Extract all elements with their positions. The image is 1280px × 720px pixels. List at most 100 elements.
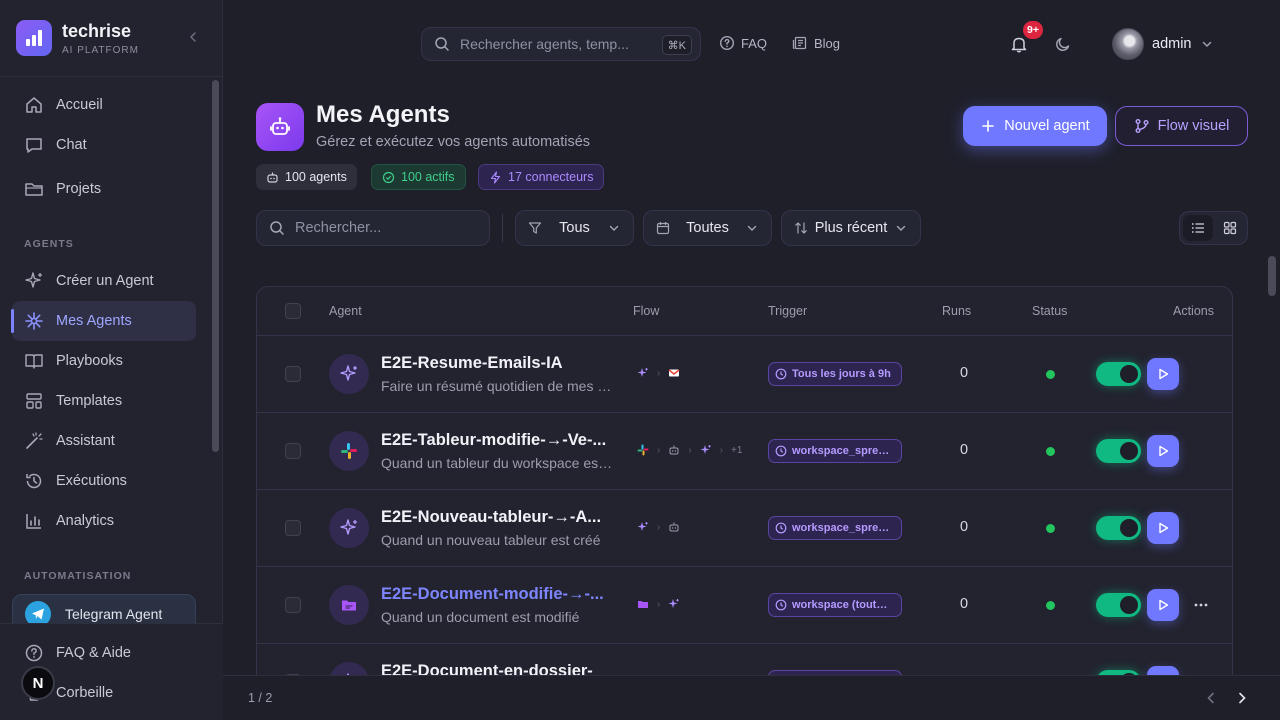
runs-count: 0: [960, 365, 969, 381]
more-actions-icon[interactable]: [1193, 597, 1209, 613]
faq-link[interactable]: FAQ: [719, 35, 767, 51]
page-title: Mes Agents: [316, 101, 450, 128]
folder-icon: [329, 585, 369, 625]
sidebar-item-chat[interactable]: Chat: [12, 125, 196, 165]
main-scrollbar[interactable]: [1267, 256, 1277, 676]
active-count-label: 100 actifs: [401, 170, 455, 184]
sparkles-icon: [700, 444, 712, 456]
check-circle-icon: [382, 171, 395, 184]
sidebar-item-templates[interactable]: Templates: [12, 381, 196, 421]
asterisk-icon: [24, 311, 44, 331]
agents-search-input[interactable]: Rechercher...: [256, 210, 490, 246]
robot-icon: [266, 171, 279, 184]
agent-name[interactable]: E2E-Resume-Emails-IA: [381, 354, 617, 373]
row-checkbox[interactable]: [285, 520, 301, 536]
agent-enabled-toggle[interactable]: [1096, 362, 1141, 386]
agent-enabled-toggle[interactable]: [1096, 593, 1141, 617]
notification-count-badge: 9+: [1021, 19, 1045, 41]
column-header-trigger: Trigger: [768, 304, 808, 318]
sidebar-item-label: Projets: [56, 181, 102, 197]
brand-subtitle: AI PLATFORM: [62, 44, 139, 56]
sidebar-item-executions[interactable]: Exécutions: [12, 461, 196, 501]
search-icon: [434, 36, 450, 52]
sidebar-item-accueil[interactable]: Accueil: [12, 85, 196, 125]
sidebar-item-label: Analytics: [56, 513, 115, 529]
wand-icon: [24, 431, 44, 451]
blog-label: Blog: [814, 35, 841, 51]
new-agent-button[interactable]: Nouvel agent: [963, 106, 1107, 146]
sidebar-item-projets[interactable]: Projets: [12, 169, 196, 209]
row-checkbox[interactable]: [285, 366, 301, 382]
status-filter-dropdown[interactable]: Tous: [515, 210, 634, 246]
previous-page-icon[interactable]: [1203, 690, 1219, 706]
chevron-right-icon: ›: [719, 444, 724, 456]
column-header-actions: Actions: [1173, 304, 1214, 318]
table-row[interactable]: E2E-Resume-Emails-IA Faire un résumé quo…: [257, 336, 1232, 413]
agent-enabled-toggle[interactable]: [1096, 439, 1141, 463]
clock-icon: [775, 599, 787, 611]
user-avatar: [1112, 28, 1144, 60]
select-all-checkbox[interactable]: [285, 303, 301, 319]
collapse-sidebar-icon[interactable]: [186, 30, 200, 44]
slack-icon: [329, 431, 369, 471]
scrollbar-thumb[interactable]: [212, 80, 219, 452]
status-active-dot: [1046, 524, 1055, 533]
sparkles-icon: [329, 508, 369, 548]
status-active-dot: [1046, 601, 1055, 610]
run-agent-button[interactable]: [1147, 589, 1179, 621]
agent-name[interactable]: E2E-Nouveau-tableur-→-A...: [381, 508, 617, 527]
column-header-agent[interactable]: Agent: [329, 304, 362, 318]
grid-view-button[interactable]: [1215, 215, 1245, 241]
avatar[interactable]: N: [21, 666, 55, 700]
sort-dropdown[interactable]: Plus récent: [781, 210, 921, 246]
calendar-icon: [656, 221, 670, 235]
sidebar-item-label: FAQ & Aide: [56, 645, 131, 661]
sidebar-item-playbooks[interactable]: Playbooks: [12, 341, 196, 381]
status-filter-value: Tous: [559, 220, 590, 236]
agent-enabled-toggle[interactable]: [1096, 516, 1141, 540]
run-agent-button[interactable]: [1147, 512, 1179, 544]
zap-icon: [489, 170, 502, 184]
sidebar-scrollbar[interactable]: [210, 78, 222, 623]
global-search-input[interactable]: Rechercher agents, temp... ⌘K: [421, 27, 701, 61]
agent-name[interactable]: E2E-Tableur-modifie-→-Ve-...: [381, 431, 617, 450]
next-page-icon[interactable]: [1234, 690, 1250, 706]
toggle-knob: [1120, 519, 1138, 537]
run-agent-button[interactable]: [1147, 358, 1179, 390]
scrollbar-thumb[interactable]: [1268, 256, 1276, 296]
table-row[interactable]: E2E-Nouveau-tableur-→-A... Quand un nouv…: [257, 490, 1232, 567]
search-placeholder: Rechercher agents, temp...: [460, 36, 629, 52]
list-view-button[interactable]: [1183, 215, 1213, 241]
sidebar-item-label: Playbooks: [56, 353, 123, 369]
new-agent-label: Nouvel agent: [1004, 118, 1090, 134]
date-filter-dropdown[interactable]: Toutes: [643, 210, 772, 246]
blog-link[interactable]: Blog: [792, 35, 840, 51]
sidebar-item-label: Assistant: [56, 433, 115, 449]
column-header-runs[interactable]: Runs: [942, 304, 971, 318]
row-checkbox[interactable]: [285, 443, 301, 459]
brand[interactable]: techrise AI PLATFORM: [16, 20, 139, 56]
sidebar-item-mes-agents[interactable]: Mes Agents: [11, 301, 196, 341]
table-row[interactable]: E2E-Document-modifie-→-... Quand un docu…: [257, 567, 1232, 644]
run-agent-button[interactable]: [1147, 435, 1179, 467]
table-row[interactable]: E2E-Tableur-modifie-→-Ve-... Quand un ta…: [257, 413, 1232, 490]
agent-name[interactable]: E2E-Document-modifie-→-...: [381, 585, 617, 604]
flow-visuel-button[interactable]: Flow visuel: [1115, 106, 1248, 146]
row-checkbox[interactable]: [285, 597, 301, 613]
book-icon: [24, 351, 44, 371]
column-header-status[interactable]: Status: [1032, 304, 1067, 318]
trigger-badge: workspace_spreadsheet: [768, 516, 902, 540]
sidebar-item-creer-agent[interactable]: Créer un Agent: [12, 261, 196, 301]
theme-toggle-moon-icon[interactable]: [1054, 35, 1072, 53]
user-menu[interactable]: admin: [1112, 28, 1214, 60]
sidebar-item-analytics[interactable]: Analytics: [12, 501, 196, 541]
sidebar-item-assistant[interactable]: Assistant: [12, 421, 196, 461]
robot-icon: [668, 444, 680, 456]
grid-icon: [1223, 221, 1237, 235]
table-header: Agent Flow Trigger Runs Status Actions: [257, 287, 1232, 336]
faq-label: FAQ: [741, 35, 768, 51]
connectors-count-badge: 17 connecteurs: [478, 164, 605, 190]
sparkles-icon: [24, 271, 44, 291]
list-icon: [1191, 221, 1205, 235]
sidebar-item-label: Templates: [56, 393, 123, 409]
